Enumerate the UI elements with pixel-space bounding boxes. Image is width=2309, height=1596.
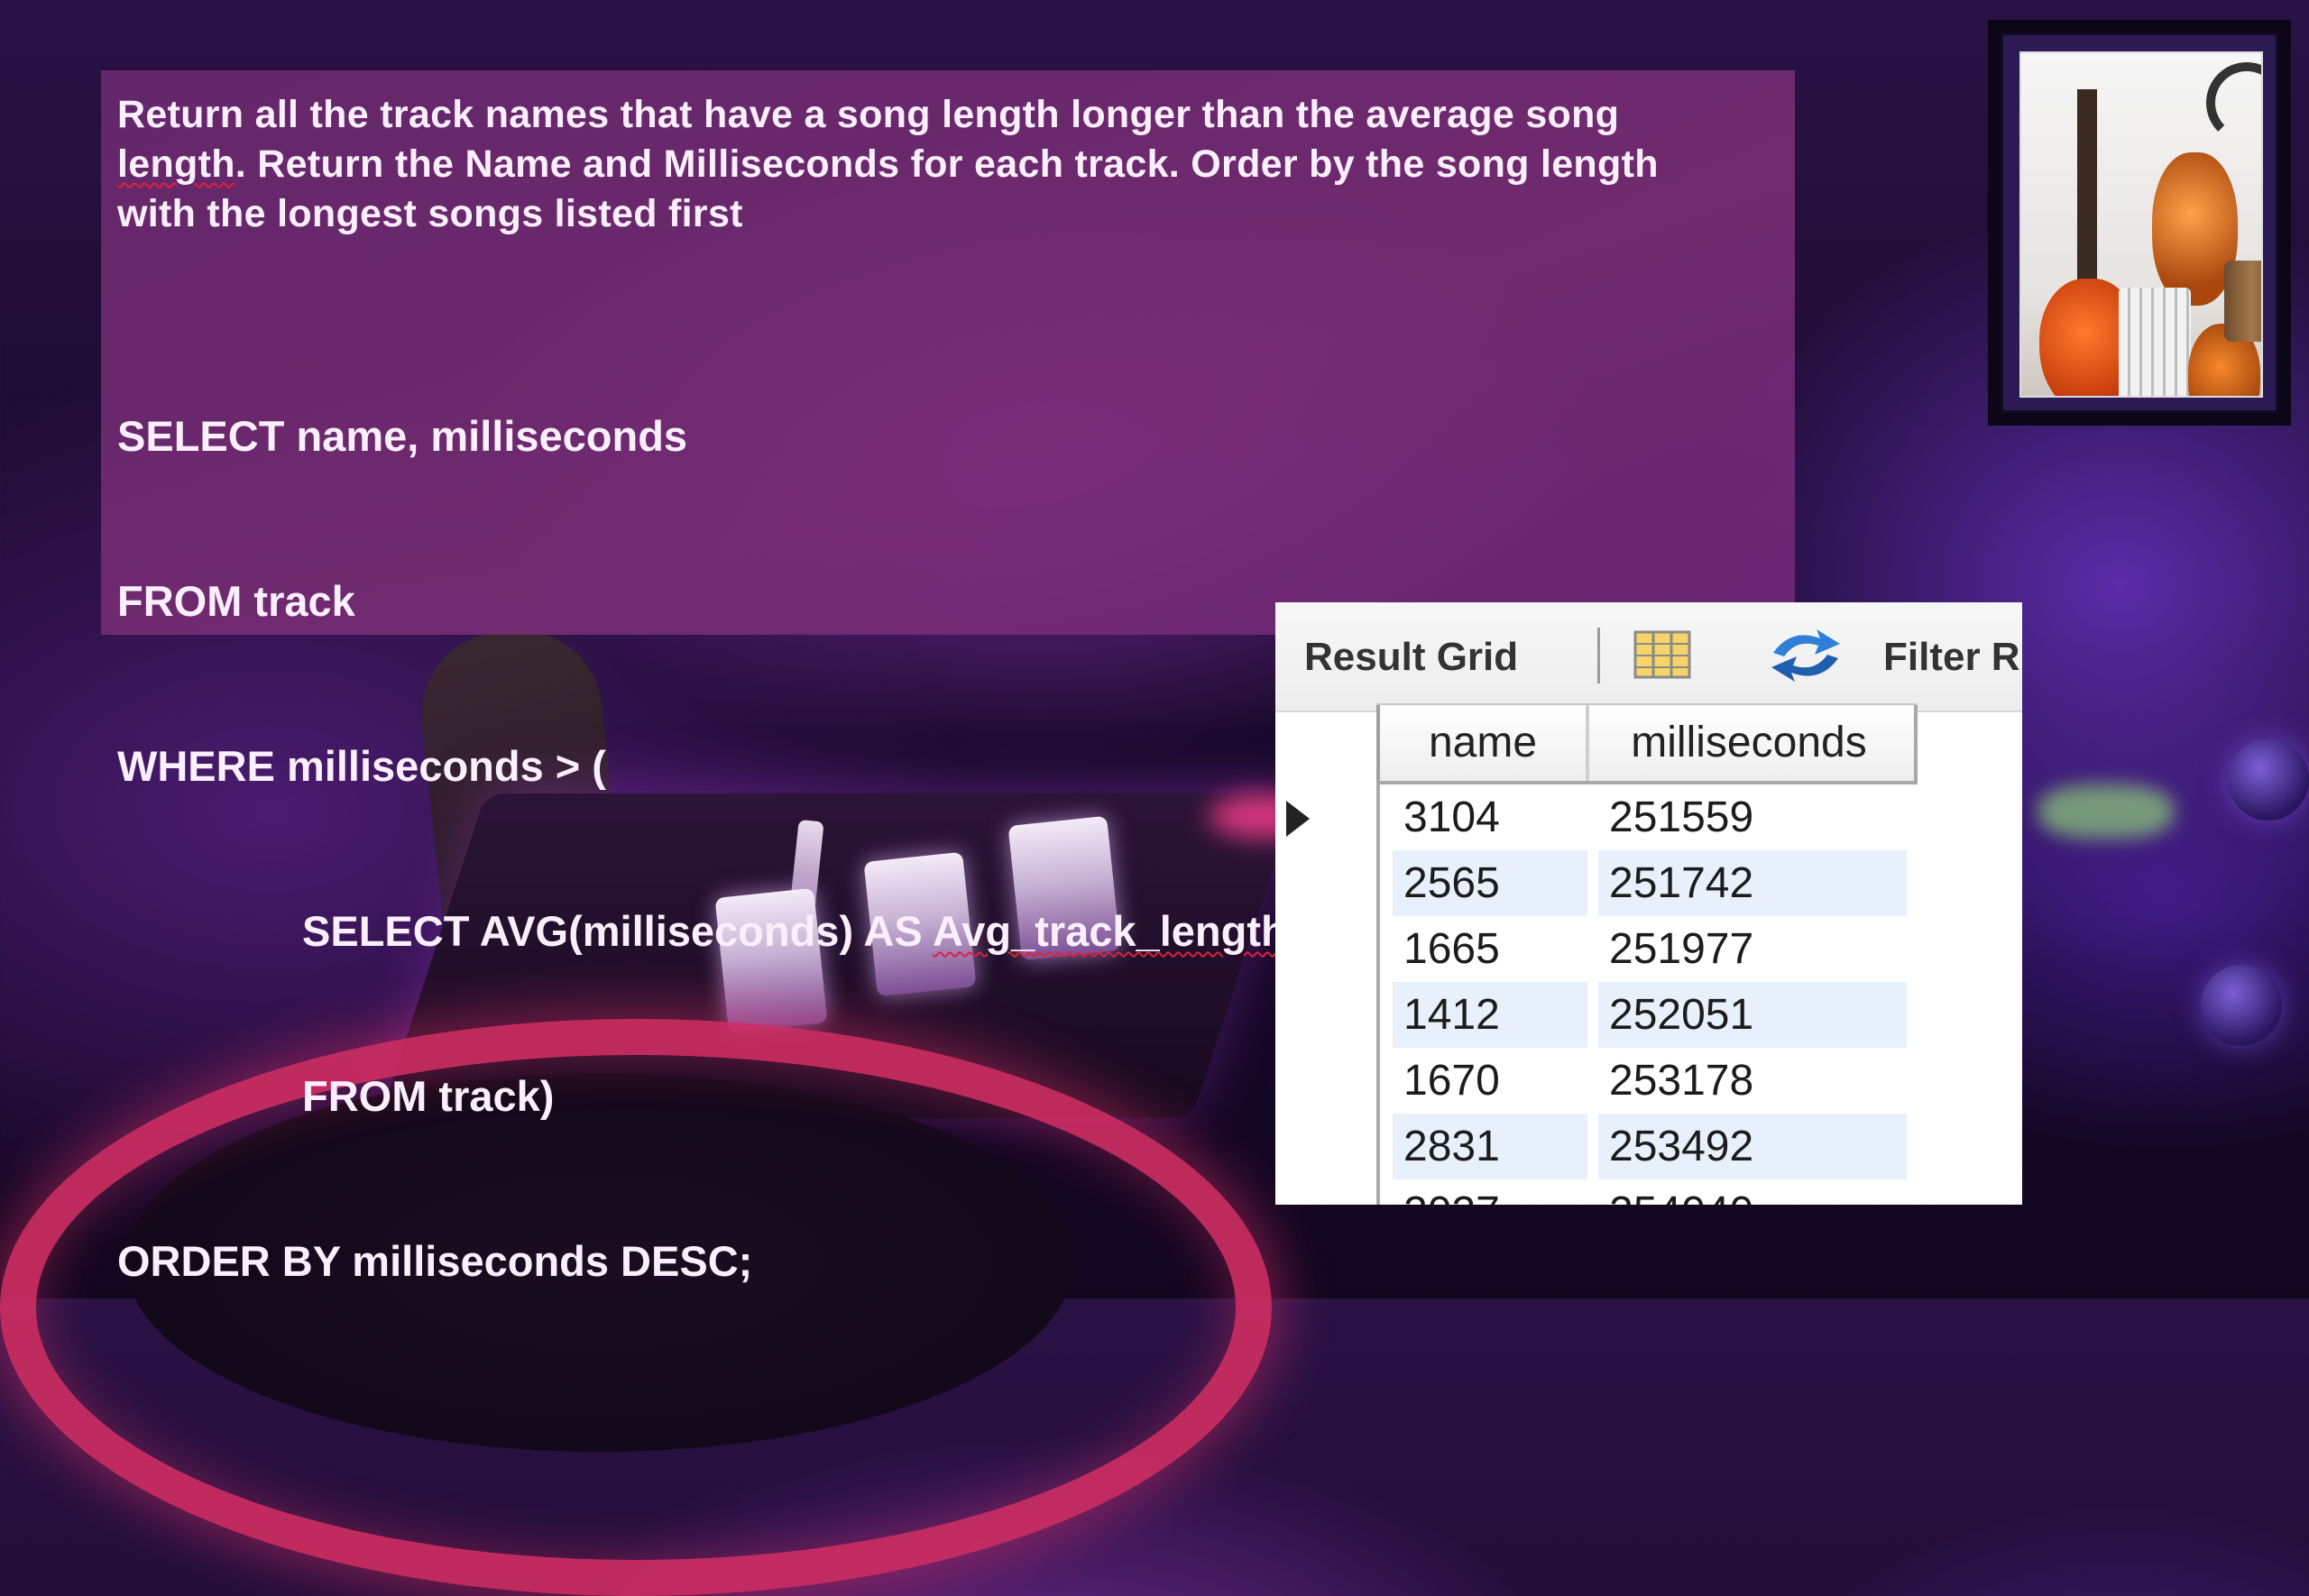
question-text: Return all the track names that have a s…: [117, 90, 1779, 239]
query-slide-panel: Return all the track names that have a s…: [101, 70, 1795, 1285]
cell-name[interactable]: 1665: [1393, 916, 1587, 982]
headphones-icon: [2206, 62, 2261, 143]
filter-rows-label[interactable]: Filter R: [1883, 635, 2020, 680]
instruments-picture-frame: [1988, 20, 2291, 426]
cell-milliseconds[interactable]: 253492: [1598, 1114, 1907, 1179]
cell-name[interactable]: 1412: [1393, 982, 1587, 1048]
question-line-1: Return all the track names that have a s…: [117, 93, 1620, 136]
result-grid-tab[interactable]: Result Grid: [1304, 635, 1518, 680]
cell-name[interactable]: 2027: [1393, 1179, 1587, 1205]
result-grid-panel: Result Grid Filter R name milliseconds 3…: [1275, 602, 2022, 1205]
table-row[interactable]: 3104 251559: [1275, 784, 2022, 850]
refresh-icon[interactable]: [1764, 626, 1847, 685]
question-line-2: . Return the Name and Milliseconds for e…: [235, 142, 1659, 186]
sql-line-select: SELECT name, milliseconds: [117, 412, 688, 460]
table-body: 3104 251559 2565 251742 1665 251977 1412…: [1275, 784, 2022, 1205]
green-led-glow: [2038, 784, 2174, 839]
cell-name[interactable]: 1670: [1393, 1048, 1587, 1114]
accordion: [2119, 288, 2191, 396]
table-row[interactable]: 1665 251977: [1275, 916, 2022, 982]
cell-milliseconds[interactable]: 251742: [1598, 850, 1907, 916]
guitar-neck: [2077, 89, 2097, 297]
picture-mat: [2001, 32, 2278, 413]
grid-view-icon[interactable]: [1633, 629, 1692, 680]
cell-milliseconds[interactable]: 251977: [1598, 916, 1907, 982]
cell-milliseconds[interactable]: 253178: [1598, 1048, 1907, 1114]
table-header: name milliseconds: [1376, 703, 1918, 784]
table-row[interactable]: 2565 251742: [1275, 850, 2022, 916]
table-row[interactable]: 1412 252051: [1275, 982, 2022, 1048]
deck-knob: [2228, 739, 2309, 821]
sql-subquery-select: SELECT AVG(milliseconds) AS: [302, 907, 934, 955]
result-grid-toolbar: Result Grid Filter R: [1275, 602, 2022, 712]
table-row[interactable]: 2831 253492: [1275, 1114, 2022, 1179]
cell-milliseconds[interactable]: 252051: [1598, 982, 1907, 1048]
toolbar-separator: [1597, 628, 1600, 683]
spellcheck-word: length: [117, 142, 235, 186]
cell-milliseconds[interactable]: 254040: [1598, 1179, 1907, 1205]
question-line-3: with the longest songs listed first: [117, 192, 743, 235]
sql-alias: Avg_track_length: [933, 907, 1287, 955]
cell-milliseconds[interactable]: 251559: [1598, 784, 1907, 850]
header-border: [1914, 705, 1918, 781]
drum: [2224, 261, 2261, 342]
table-row[interactable]: 1670 253178: [1275, 1048, 2022, 1114]
cell-name[interactable]: 2831: [1393, 1114, 1587, 1179]
sql-line-order-by: ORDER BY milliseconds DESC;: [117, 1237, 753, 1285]
column-header-name[interactable]: name: [1376, 705, 1589, 781]
cell-name[interactable]: 2565: [1393, 850, 1587, 916]
cell-name[interactable]: 3104: [1393, 784, 1587, 850]
row-pointer-icon: [1286, 801, 1310, 837]
column-header-milliseconds[interactable]: milliseconds: [1586, 705, 1912, 781]
deck-knob: [2201, 965, 2282, 1046]
instruments-photo: [2019, 51, 2263, 398]
table-row[interactable]: 2027 254040: [1275, 1179, 2022, 1205]
